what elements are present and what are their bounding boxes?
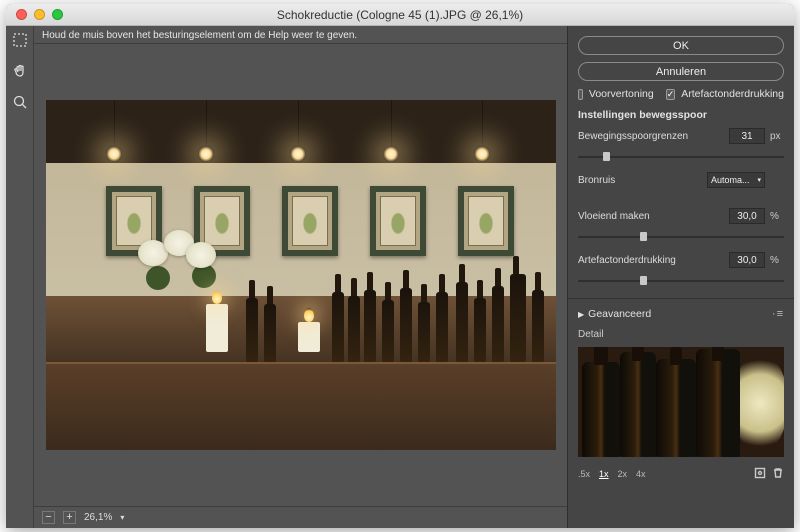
smoothing-label: Vloeiend maken	[578, 211, 724, 222]
toolbar	[6, 26, 34, 528]
status-bar: − + 26,1% ▾	[34, 506, 567, 528]
marquee-tool-icon[interactable]	[12, 32, 28, 53]
smoothing-unit: %	[770, 211, 784, 222]
artifact-label: Artefactonderdrukking	[681, 88, 784, 100]
zoom-out-button[interactable]: −	[42, 511, 55, 524]
source-noise-label: Bronruis	[578, 175, 702, 186]
zoom-in-button[interactable]: +	[63, 511, 76, 524]
artifact-checkbox[interactable]	[666, 89, 676, 100]
preview-label: Voorvertoning	[589, 88, 654, 100]
zoom-icon[interactable]	[52, 9, 63, 20]
zoom-0.5x[interactable]: .5x	[578, 469, 590, 479]
chevron-down-icon[interactable]: ▾	[120, 513, 124, 522]
canvas-area: Houd de muis boven het besturingselement…	[34, 26, 567, 528]
artifact-supp-slider[interactable]	[578, 276, 784, 286]
detail-preview[interactable]	[578, 347, 784, 457]
titlebar[interactable]: Schokreductie (Cologne 45 (1).JPG @ 26,1…	[6, 4, 794, 26]
motion-section-title: Instellingen bewegsspoor	[578, 109, 784, 121]
settings-panel: OK Annuleren Voorvertoning Artefactonder…	[567, 26, 794, 528]
smoothing-slider[interactable]	[578, 232, 784, 242]
source-noise-select[interactable]: Automa...▾	[707, 172, 765, 188]
window-title: Schokreductie (Cologne 45 (1).JPG @ 26,1…	[6, 8, 794, 22]
artifact-supp-label: Artefactonderdrukking	[578, 255, 724, 266]
hand-tool-icon[interactable]	[12, 63, 28, 84]
zoom-2x[interactable]: 2x	[618, 469, 628, 479]
detail-zoom-row: .5x 1x 2x 4x	[578, 467, 784, 481]
zoom-level: 26,1%	[84, 512, 112, 523]
zoom-tool-icon[interactable]	[12, 94, 28, 115]
dialog-window: Schokreductie (Cologne 45 (1).JPG @ 26,1…	[6, 4, 794, 528]
detail-label: Detail	[578, 329, 784, 340]
advanced-label: Geavanceerd	[588, 308, 651, 320]
viewport[interactable]	[34, 44, 567, 506]
trash-icon[interactable]	[772, 467, 784, 481]
ok-button[interactable]: OK	[578, 36, 784, 55]
close-icon[interactable]	[16, 9, 27, 20]
dialog-body: Houd de muis boven het besturingselement…	[6, 26, 794, 528]
zoom-4x[interactable]: 4x	[636, 469, 646, 479]
advanced-disclosure[interactable]: ▶ Geavanceerd ·≡	[578, 308, 784, 320]
traffic-lights	[6, 9, 63, 20]
hint-bar: Houd de muis boven het besturingselement…	[34, 26, 567, 44]
preview-image	[46, 100, 556, 450]
smoothing-input[interactable]	[729, 208, 765, 224]
divider	[568, 298, 794, 299]
panel-menu-icon[interactable]: ·≡	[772, 308, 784, 320]
artifact-supp-input[interactable]	[729, 252, 765, 268]
preview-checkbox[interactable]	[578, 89, 583, 100]
target-icon[interactable]	[754, 467, 766, 481]
zoom-1x[interactable]: 1x	[599, 469, 609, 479]
blur-bounds-label: Bewegingsspoorgrenzen	[578, 131, 724, 142]
blur-bounds-unit: px	[770, 131, 784, 142]
artifact-supp-unit: %	[770, 255, 784, 266]
triangle-right-icon: ▶	[578, 310, 584, 319]
blur-bounds-input[interactable]	[729, 128, 765, 144]
minimize-icon[interactable]	[34, 9, 45, 20]
blur-bounds-slider[interactable]	[578, 152, 784, 162]
cancel-button[interactable]: Annuleren	[578, 62, 784, 81]
